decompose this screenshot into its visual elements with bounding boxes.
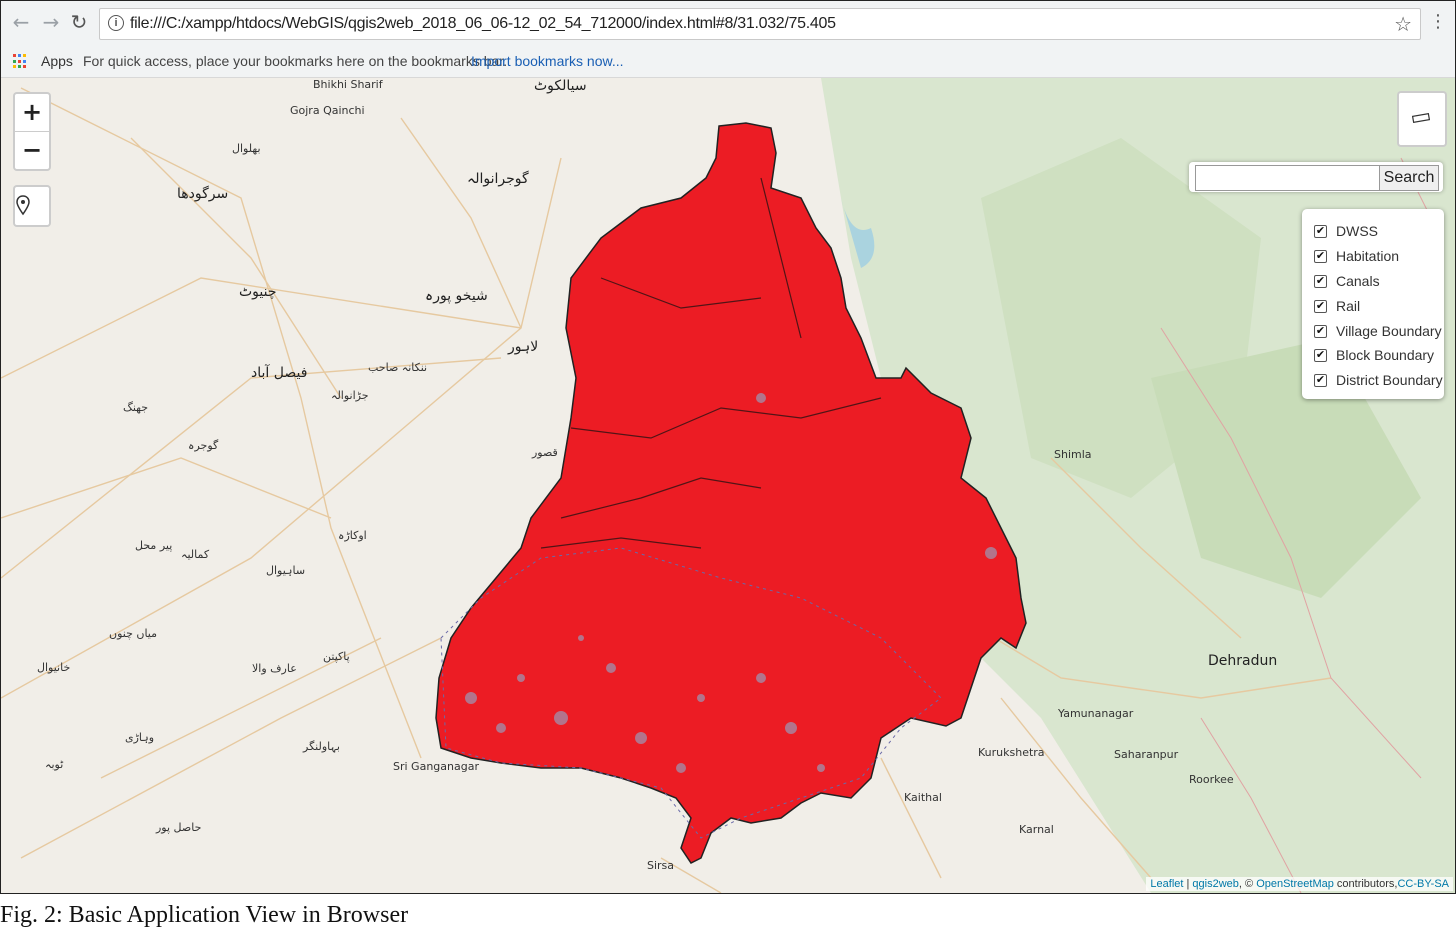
place-label: وہاڑی bbox=[125, 731, 155, 744]
layer-checkbox[interactable]: ✔ bbox=[1314, 349, 1327, 362]
import-bookmarks-link[interactable]: Import bookmarks now... bbox=[471, 53, 624, 69]
layer-checkbox[interactable]: ✔ bbox=[1314, 225, 1327, 238]
place-label: کمالیہ bbox=[181, 548, 210, 561]
place-label: Kurukshetra bbox=[978, 746, 1045, 759]
place-label: میاں چنوں bbox=[109, 627, 158, 640]
place-label: Kaithal bbox=[904, 791, 942, 804]
layer-checkbox[interactable]: ✔ bbox=[1314, 325, 1327, 338]
place-label: Sri Ganganagar bbox=[393, 760, 479, 773]
address-bar[interactable]: i file:///C:/xampp/htdocs/WebGIS/qgis2we… bbox=[99, 8, 1421, 40]
bookmarks-hint: For quick access, place your bookmarks h… bbox=[83, 53, 508, 69]
place-label: سیالکوٹ bbox=[534, 78, 587, 94]
layer-label: Village Boundary bbox=[1336, 323, 1442, 339]
layer-label: DWSS bbox=[1336, 223, 1378, 239]
place-label: بہاولنگر bbox=[303, 740, 340, 753]
place-label: لاہور bbox=[508, 339, 539, 355]
place-label: عارف والا bbox=[252, 662, 297, 675]
zoom-in-button[interactable]: + bbox=[15, 94, 49, 131]
place-label: Gojra Qainchi bbox=[290, 104, 365, 117]
bookmarks-bar: Apps For quick access, place your bookma… bbox=[1, 45, 1455, 78]
place-label: اوکاڑہ bbox=[338, 529, 367, 542]
attribution-contributors: contributors, bbox=[1333, 878, 1398, 890]
place-label: Roorkee bbox=[1189, 773, 1234, 786]
layer-checkbox[interactable]: ✔ bbox=[1314, 275, 1327, 288]
layer-label: Rail bbox=[1336, 298, 1361, 314]
apps-link[interactable]: Apps bbox=[41, 53, 73, 69]
place-label: قصور bbox=[532, 446, 558, 459]
place-label: Karnal bbox=[1019, 823, 1054, 836]
place-label: سرگودھا bbox=[177, 186, 229, 202]
place-label: پیر محل bbox=[135, 539, 173, 552]
qgis2web-link[interactable]: qgis2web bbox=[1192, 878, 1238, 890]
back-arrow-icon[interactable]: ← bbox=[9, 10, 33, 34]
place-label: پاکپتن bbox=[323, 650, 350, 663]
apps-grid-icon[interactable] bbox=[13, 54, 28, 69]
place-label: حاصل پور bbox=[156, 821, 202, 834]
zoom-control: + − bbox=[13, 92, 51, 171]
place-label: گوجرانوالہ bbox=[467, 171, 529, 187]
bookmark-star-icon[interactable]: ☆ bbox=[1394, 12, 1412, 36]
place-label: Dehradun bbox=[1208, 653, 1278, 669]
reload-icon[interactable]: ↻ bbox=[67, 10, 91, 34]
map-canvas[interactable]: Shimla Dehradun Yamunanagar Saharanpur K… bbox=[1, 78, 1455, 893]
license-link[interactable]: CC-BY-SA bbox=[1397, 878, 1449, 890]
url-text: file:///C:/xampp/htdocs/WebGIS/qgis2web_… bbox=[130, 15, 836, 32]
figure-caption: Fig. 2: Basic Application View in Browse… bbox=[0, 902, 409, 928]
zoom-out-button[interactable]: − bbox=[15, 131, 49, 169]
location-pin-icon bbox=[16, 195, 30, 216]
layer-label: Block Boundary bbox=[1336, 347, 1435, 363]
search-button[interactable]: Search bbox=[1379, 165, 1439, 191]
place-label: Yamunanagar bbox=[1058, 707, 1134, 720]
place-label: Sirsa bbox=[647, 859, 675, 872]
place-label: فیصل آباد bbox=[251, 365, 308, 381]
place-label: شیخو پورہ bbox=[425, 288, 488, 304]
place-label: بھلوال bbox=[232, 142, 261, 155]
browser-toolbar: ← → ↻ i file:///C:/xampp/htdocs/WebGIS/q… bbox=[1, 1, 1455, 45]
geolocate-button[interactable] bbox=[13, 185, 51, 227]
place-label: گوجرہ bbox=[188, 439, 219, 452]
layer-label: District Boundary bbox=[1336, 372, 1443, 388]
place-label: Bhikhi Sharif bbox=[313, 78, 383, 91]
measure-button[interactable] bbox=[1397, 91, 1447, 147]
leaflet-link[interactable]: Leaflet bbox=[1150, 878, 1183, 890]
layer-label: Habitation bbox=[1336, 248, 1400, 264]
layer-switcher: ✔ DWSS ✔ Habitation ✔ Canals ✔ Rail ✔ Vi… bbox=[1302, 209, 1444, 399]
place-label: ٹوبہ bbox=[45, 758, 64, 771]
place-label: خانیوال bbox=[37, 661, 71, 674]
attribution-copyright: , © bbox=[1238, 878, 1257, 890]
layer-label: Canals bbox=[1336, 273, 1380, 289]
place-label: جھنگ bbox=[123, 401, 149, 414]
layer-checkbox[interactable]: ✔ bbox=[1314, 374, 1327, 387]
place-label: جڑانوالہ bbox=[331, 389, 369, 402]
forward-arrow-icon[interactable]: → bbox=[39, 10, 63, 34]
browser-menu-icon[interactable]: ⋮ bbox=[1429, 11, 1447, 32]
layer-checkbox[interactable]: ✔ bbox=[1314, 300, 1327, 313]
browser-window: ← → ↻ i file:///C:/xampp/htdocs/WebGIS/q… bbox=[0, 0, 1456, 894]
info-icon[interactable]: i bbox=[108, 15, 124, 31]
search-input[interactable] bbox=[1195, 165, 1383, 191]
osm-link[interactable]: OpenStreetMap bbox=[1256, 878, 1334, 890]
place-label: چنیوٹ bbox=[239, 284, 277, 300]
place-label: Shimla bbox=[1054, 448, 1092, 461]
search-control: Search bbox=[1189, 162, 1443, 192]
map-attribution: Leaflet | qgis2web, © OpenStreetMap cont… bbox=[1146, 877, 1453, 891]
place-label: ننکانہ صاحب bbox=[368, 361, 428, 374]
ruler-icon bbox=[1412, 113, 1430, 123]
place-label: ساہیوال bbox=[266, 564, 306, 577]
layer-checkbox[interactable]: ✔ bbox=[1314, 250, 1327, 263]
place-label: Saharanpur bbox=[1114, 748, 1179, 761]
